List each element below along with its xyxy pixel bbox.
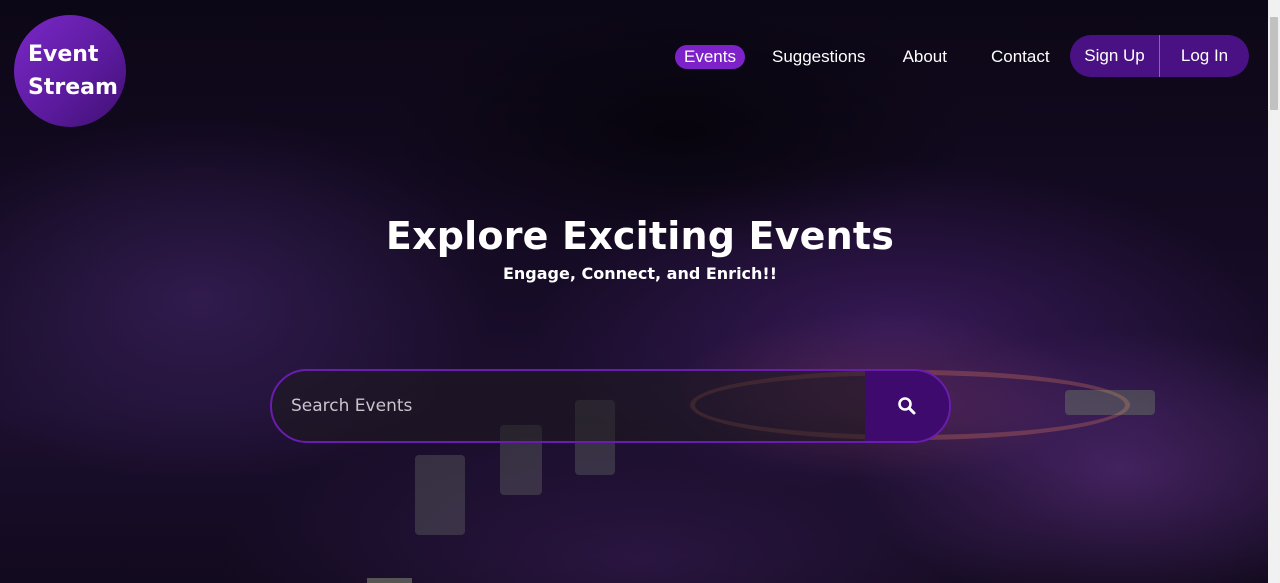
- search-icon: [898, 397, 916, 415]
- hero-title: Explore Exciting Events: [385, 214, 895, 258]
- nav-item-events[interactable]: Events: [675, 44, 745, 69]
- logo-line-1: Event: [28, 42, 99, 67]
- nav-item-about[interactable]: About: [894, 45, 956, 69]
- login-button[interactable]: Log In: [1160, 46, 1249, 66]
- background-knob: [1065, 390, 1155, 415]
- nav-item-suggestions[interactable]: Suggestions: [763, 45, 875, 69]
- main-nav: Events Suggestions About Contact: [675, 44, 1077, 69]
- nav-item-contact[interactable]: Contact: [982, 45, 1059, 69]
- hero-background-image: [0, 0, 1280, 583]
- hero-subtitle: Engage, Connect, and Enrich!!: [502, 264, 778, 283]
- site-logo[interactable]: Event Stream: [14, 15, 126, 127]
- signup-button[interactable]: Sign Up: [1070, 46, 1159, 66]
- page: Event Stream Events Suggestions About Co…: [0, 0, 1280, 583]
- background-fader: [415, 455, 465, 535]
- page-scrollbar[interactable]: [1268, 0, 1280, 583]
- auth-button-group: Sign Up Log In: [1070, 35, 1249, 77]
- bottom-scroll-indicator: [367, 578, 412, 583]
- search-input[interactable]: [272, 371, 865, 441]
- search-bar: [270, 369, 951, 443]
- scrollbar-thumb[interactable]: [1270, 17, 1278, 110]
- logo-line-2: Stream: [28, 75, 118, 100]
- search-button[interactable]: [865, 371, 949, 441]
